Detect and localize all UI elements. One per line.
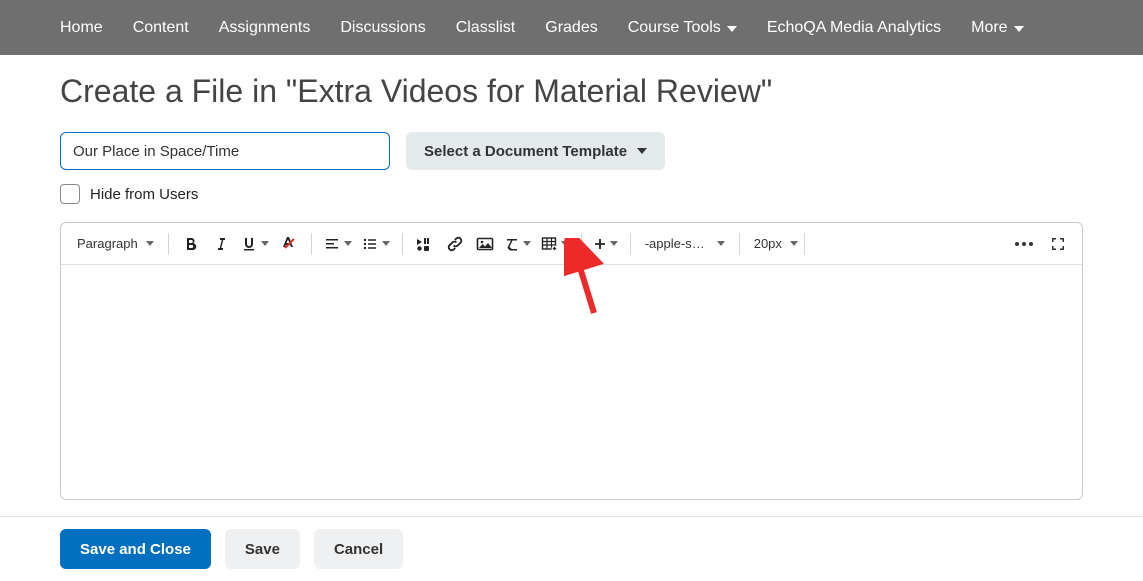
- nav-more[interactable]: More: [971, 19, 1023, 37]
- nav-label: Content: [133, 19, 189, 37]
- nav-label: Classlist: [456, 19, 516, 37]
- insert-table-button[interactable]: [537, 230, 573, 258]
- chevron-down-icon: [1014, 26, 1024, 32]
- chevron-down-icon: [382, 241, 390, 246]
- editor-toolbar: Paragraph: [61, 223, 1082, 265]
- chevron-down-icon: [344, 241, 352, 246]
- align-button[interactable]: [320, 230, 356, 258]
- block-format-label: Paragraph: [77, 236, 138, 251]
- cancel-button[interactable]: Cancel: [314, 529, 403, 569]
- underline-button[interactable]: [237, 230, 273, 258]
- toolbar-separator: [402, 233, 403, 255]
- nav-classlist[interactable]: Classlist: [456, 19, 516, 37]
- italic-button[interactable]: [207, 230, 235, 258]
- toolbar-separator: [581, 233, 582, 255]
- nav-grades[interactable]: Grades: [545, 19, 597, 37]
- chevron-down-icon: [261, 241, 269, 246]
- select-template-button[interactable]: Select a Document Template: [406, 132, 665, 170]
- chevron-down-icon: [146, 241, 154, 246]
- font-family-label: -apple-syste...: [645, 236, 709, 251]
- hide-from-users-label: Hide from Users: [90, 186, 198, 203]
- chevron-down-icon: [727, 26, 737, 32]
- nav-label: Discussions: [340, 19, 425, 37]
- editor-content-area[interactable]: [61, 265, 1082, 499]
- hide-from-users-row: Hide from Users: [60, 184, 1083, 204]
- block-format-select[interactable]: Paragraph: [71, 236, 160, 251]
- insert-stuff-button[interactable]: [411, 230, 439, 258]
- page-title: Create a File in "Extra Videos for Mater…: [60, 73, 1083, 110]
- chevron-down-icon: [637, 148, 647, 154]
- font-size-label: 20px: [754, 236, 782, 251]
- toolbar-separator: [739, 233, 740, 255]
- rich-text-editor: Paragraph: [60, 222, 1083, 500]
- footer-actions: Save and Close Save Cancel: [0, 516, 1143, 581]
- save-and-close-button[interactable]: Save and Close: [60, 529, 211, 569]
- insert-image-button[interactable]: [471, 230, 499, 258]
- insert-link-button[interactable]: [441, 230, 469, 258]
- title-row: Select a Document Template: [60, 132, 1083, 170]
- toolbar-separator: [311, 233, 312, 255]
- top-nav: Home Content Assignments Discussions Cla…: [0, 0, 1143, 55]
- nav-label: EchoQA Media Analytics: [767, 19, 941, 37]
- save-button[interactable]: Save: [225, 529, 300, 569]
- bold-button[interactable]: [177, 230, 205, 258]
- fullscreen-button[interactable]: [1044, 230, 1072, 258]
- nav-label: Course Tools: [628, 19, 721, 37]
- list-button[interactable]: [358, 230, 394, 258]
- file-title-input[interactable]: [60, 132, 390, 170]
- text-color-button[interactable]: [275, 230, 303, 258]
- nav-label: Grades: [545, 19, 597, 37]
- toolbar-separator: [168, 233, 169, 255]
- nav-label: Home: [60, 19, 103, 37]
- chevron-down-icon: [610, 241, 618, 246]
- toolbar-separator: [804, 233, 805, 255]
- nav-echoqa[interactable]: EchoQA Media Analytics: [767, 19, 941, 37]
- more-actions-button[interactable]: [1010, 230, 1038, 258]
- toolbar-separator: [630, 233, 631, 255]
- nav-label: More: [971, 19, 1007, 37]
- chevron-down-icon: [561, 241, 569, 246]
- nav-discussions[interactable]: Discussions: [340, 19, 425, 37]
- chevron-down-icon: [523, 241, 531, 246]
- nav-label: Assignments: [219, 19, 311, 37]
- font-family-select[interactable]: -apple-syste...: [639, 236, 731, 251]
- chevron-down-icon: [717, 241, 725, 246]
- nav-home[interactable]: Home: [60, 19, 103, 37]
- hide-from-users-checkbox[interactable]: [60, 184, 80, 204]
- main-content: Create a File in "Extra Videos for Mater…: [0, 55, 1143, 500]
- template-btn-label: Select a Document Template: [424, 143, 627, 160]
- nav-assignments[interactable]: Assignments: [219, 19, 311, 37]
- more-insert-button[interactable]: [590, 230, 622, 258]
- font-size-select[interactable]: 20px: [748, 236, 796, 251]
- equation-button[interactable]: [501, 230, 535, 258]
- chevron-down-icon: [790, 241, 798, 246]
- nav-course-tools[interactable]: Course Tools: [628, 19, 737, 37]
- nav-content[interactable]: Content: [133, 19, 189, 37]
